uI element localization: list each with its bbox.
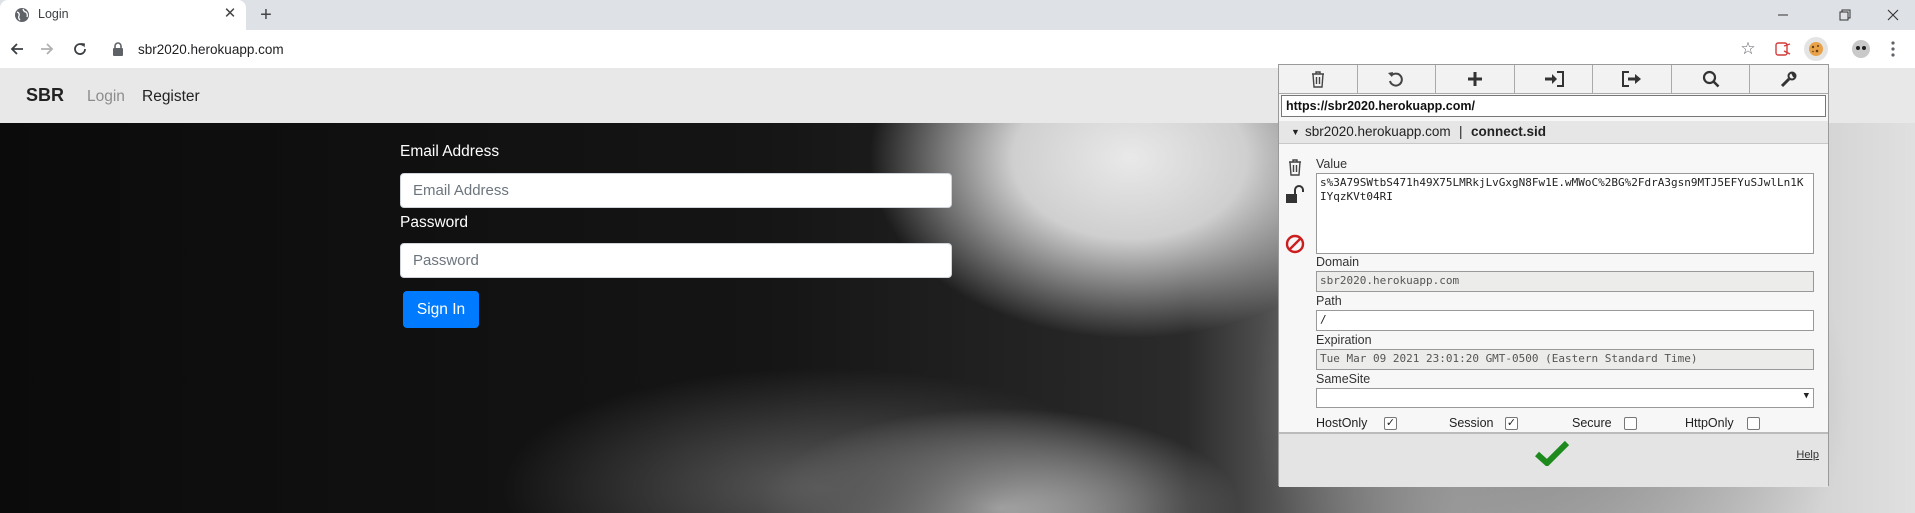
back-button[interactable]: [6, 38, 28, 60]
add-cookie-button[interactable]: [1436, 65, 1515, 93]
cookie-header-row[interactable]: ▼ sbr2020.herokuapp.com | connect.sid: [1279, 121, 1828, 144]
minimize-button[interactable]: [1761, 0, 1805, 30]
cookie-header-name: connect.sid: [1471, 124, 1547, 139]
import-icon: [1544, 71, 1564, 87]
wrench-icon: [1781, 71, 1797, 88]
search-button[interactable]: [1672, 65, 1751, 93]
profile-avatar[interactable]: [1849, 37, 1873, 61]
hostonly-checkbox[interactable]: ✓: [1384, 417, 1397, 430]
undo-icon: [1388, 72, 1404, 87]
password-label: Password: [400, 214, 469, 231]
bookmark-star-icon[interactable]: ☆: [1738, 39, 1758, 59]
new-tab-button[interactable]: +: [254, 3, 278, 27]
cookie-value-textarea[interactable]: s%3A79SWtbS471h49X75LMRkjLvGxgN8Fw1E.wMW…: [1316, 173, 1814, 254]
tab-strip: Login ✕ +: [0, 0, 1915, 30]
reload-button[interactable]: [69, 38, 91, 60]
delete-all-button[interactable]: [1279, 65, 1358, 93]
sign-in-button[interactable]: Sign In: [403, 291, 479, 328]
path-field[interactable]: /: [1316, 310, 1814, 331]
nav-login-link[interactable]: Login: [87, 88, 125, 106]
email-field[interactable]: [400, 173, 952, 208]
url-text: sbr2020.herokuapp.com: [138, 42, 284, 57]
value-label: Value: [1316, 157, 1348, 171]
lock-icon: [113, 42, 123, 56]
samesite-select[interactable]: ▼: [1316, 388, 1814, 408]
nav-register-link[interactable]: Register: [142, 88, 200, 106]
domain-label: Domain: [1316, 255, 1360, 269]
session-checkbox[interactable]: ✓: [1505, 417, 1518, 430]
cookie-editor-toolbar: [1279, 65, 1828, 94]
globe-icon: [15, 8, 29, 22]
cookie-header-domain: sbr2020.herokuapp.com: [1305, 124, 1451, 139]
domain-field[interactable]: sbr2020.herokuapp.com: [1316, 271, 1814, 292]
block-cookie-icon[interactable]: [1283, 232, 1307, 256]
expiration-label: Expiration: [1316, 333, 1372, 347]
trash-icon: [1311, 71, 1324, 88]
extension-icon-red[interactable]: [1771, 37, 1795, 61]
cookie-url-field[interactable]: https://sbr2020.herokuapp.com/: [1281, 95, 1826, 117]
browser-tab[interactable]: Login ✕: [0, 0, 246, 30]
httponly-label: HttpOnly: [1685, 416, 1734, 430]
collapse-triangle-icon[interactable]: ▼: [1291, 127, 1300, 137]
secure-checkbox[interactable]: [1624, 417, 1637, 430]
reset-button[interactable]: [1358, 65, 1437, 93]
cookie-editor-extension-icon[interactable]: [1804, 37, 1828, 61]
search-icon: [1702, 70, 1720, 88]
restore-button[interactable]: [1823, 0, 1867, 30]
cookie-editor-popup: https://sbr2020.herokuapp.com/ ▼ sbr2020…: [1278, 64, 1829, 487]
tab-title: Login: [38, 7, 69, 21]
forward-button[interactable]: [36, 38, 58, 60]
menu-kebab-icon[interactable]: [1881, 37, 1905, 61]
browser-toolbar: sbr2020.herokuapp.com ☆: [0, 30, 1915, 68]
password-field[interactable]: [400, 243, 952, 278]
export-button[interactable]: [1593, 65, 1672, 93]
unlock-icon[interactable]: [1283, 182, 1307, 206]
secure-label: Secure: [1572, 416, 1612, 430]
close-window-button[interactable]: [1871, 0, 1915, 30]
path-label: Path: [1316, 294, 1342, 308]
brand-logo[interactable]: SBR: [26, 85, 64, 106]
address-bar[interactable]: sbr2020.herokuapp.com ☆: [100, 34, 1760, 64]
cookie-editor-footer: Help: [1279, 432, 1828, 487]
plus-icon: [1467, 72, 1482, 86]
help-link[interactable]: Help: [1796, 449, 1819, 461]
email-label: Email Address: [400, 143, 500, 160]
cookie-header-separator: |: [1459, 124, 1463, 139]
import-button[interactable]: [1515, 65, 1594, 93]
dropdown-arrow-icon: ▼: [1803, 391, 1809, 401]
httponly-checkbox[interactable]: [1747, 417, 1760, 430]
session-label: Session: [1449, 416, 1494, 430]
delete-cookie-icon[interactable]: [1283, 155, 1307, 179]
close-tab-icon[interactable]: ✕: [221, 5, 239, 23]
save-checkmark-icon[interactable]: [1535, 440, 1569, 466]
expiration-field[interactable]: Tue Mar 09 2021 23:01:20 GMT-0500 (Easte…: [1316, 349, 1814, 370]
hostonly-label: HostOnly: [1316, 416, 1368, 430]
options-button[interactable]: [1750, 65, 1828, 93]
samesite-label: SameSite: [1316, 372, 1371, 386]
export-icon: [1622, 71, 1642, 87]
